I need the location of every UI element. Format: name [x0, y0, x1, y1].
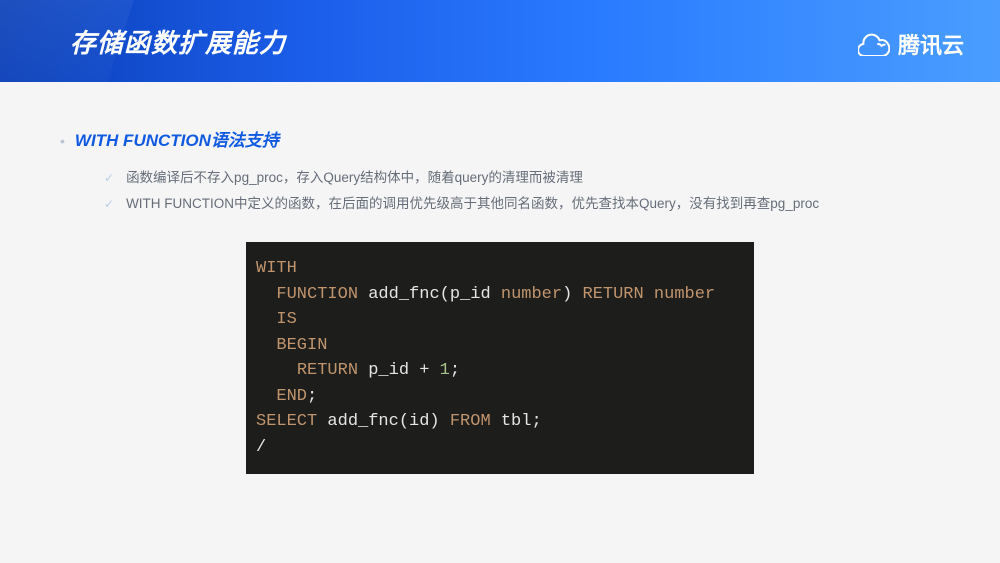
content-area: • WITH FUNCTION语法支持 ✓ 函数编译后不存入pg_proc，存入… — [0, 82, 1000, 474]
code-text: ; — [450, 361, 460, 380]
code-kw: END — [276, 387, 307, 406]
code-text: ) — [562, 285, 582, 304]
code-kw: FUNCTION — [276, 285, 358, 304]
code-text: tbl; — [491, 412, 542, 431]
bullet-list: ✓ 函数编译后不存入pg_proc，存入Query结构体中，随着query的清理… — [104, 165, 940, 216]
code-type: number — [654, 285, 715, 304]
section-heading: • WITH FUNCTION语法支持 — [60, 126, 940, 151]
code-number: 1 — [440, 361, 450, 380]
code-kw: IS — [276, 310, 296, 329]
list-item: ✓ WITH FUNCTION中定义的函数，在后面的调用优先级高于其他同名函数，… — [104, 191, 940, 217]
cloud-icon — [858, 32, 890, 56]
code-kw: BEGIN — [276, 336, 327, 355]
code-text: add_fnc(id) — [317, 412, 450, 431]
bullet-text: WITH FUNCTION中定义的函数，在后面的调用优先级高于其他同名函数，优先… — [126, 191, 819, 217]
code-kw: RETURN — [583, 285, 644, 304]
slide-header: 存储函数扩展能力 腾讯云 — [0, 0, 1000, 82]
section-title: WITH FUNCTION语法支持 — [75, 126, 279, 151]
code-text: p_id — [358, 361, 419, 380]
bullet-text: 函数编译后不存入pg_proc，存入Query结构体中，随着query的清理而被… — [126, 165, 583, 191]
code-kw: RETURN — [297, 361, 358, 380]
code-kw: SELECT — [256, 412, 317, 431]
list-item: ✓ 函数编译后不存入pg_proc，存入Query结构体中，随着query的清理… — [104, 165, 940, 191]
brand-text: 腾讯云 — [898, 28, 964, 60]
bullet-dot-icon: • — [60, 134, 65, 148]
code-kw: FROM — [450, 412, 491, 431]
code-op: + — [419, 361, 429, 380]
brand-block: 腾讯云 — [858, 28, 964, 60]
check-icon: ✓ — [104, 167, 114, 190]
code-snippet: WITH FUNCTION add_fnc(p_id number) RETUR… — [246, 242, 754, 474]
check-icon: ✓ — [104, 193, 114, 216]
code-text: ; — [307, 387, 317, 406]
code-ident: add_fnc — [368, 285, 439, 304]
code-text: (p_id — [440, 285, 501, 304]
page-title: 存储函数扩展能力 — [70, 23, 286, 60]
code-kw: WITH — [256, 259, 297, 278]
code-text: / — [256, 438, 266, 457]
code-type: number — [501, 285, 562, 304]
